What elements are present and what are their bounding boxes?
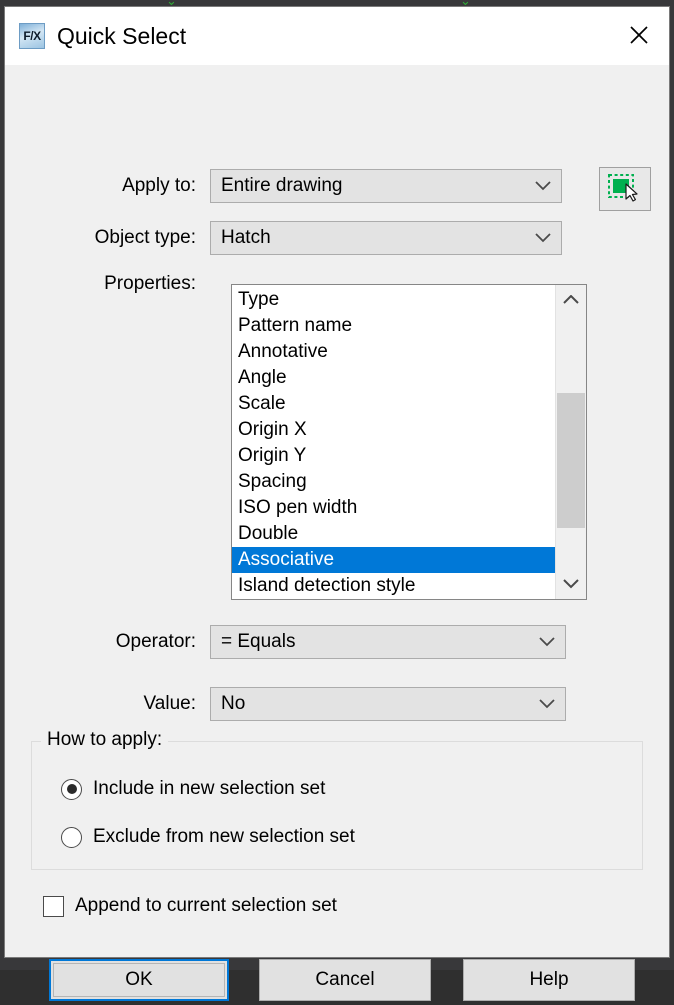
operator-row: Operator: = Equals bbox=[5, 625, 669, 659]
cancel-button-label: Cancel bbox=[315, 969, 375, 990]
chevron-down-icon bbox=[535, 222, 551, 254]
radio-button-icon bbox=[61, 778, 82, 800]
radio-button-icon bbox=[61, 826, 82, 848]
dialog-titlebar: F/X Quick Select bbox=[5, 7, 669, 65]
checkbox-icon bbox=[43, 895, 64, 917]
append-to-current-selection-set-checkbox[interactable]: Append to current selection set bbox=[43, 895, 337, 917]
property-list-item[interactable]: Angle bbox=[232, 365, 555, 391]
operator-value: = Equals bbox=[221, 631, 296, 652]
quick-select-dialog: F/X Quick Select Apply to: Entire drawin… bbox=[4, 6, 670, 1001]
cancel-button[interactable]: Cancel bbox=[259, 959, 431, 1001]
object-type-label: Object type: bbox=[94, 227, 196, 248]
operator-combobox[interactable]: = Equals bbox=[210, 625, 566, 659]
dialog-title: Quick Select bbox=[57, 22, 187, 49]
select-objects-button[interactable] bbox=[599, 167, 651, 211]
app-logo-icon: F/X bbox=[19, 23, 45, 49]
chevron-down-icon[interactable] bbox=[556, 569, 586, 599]
scrollbar-thumb[interactable] bbox=[557, 393, 585, 528]
object-type-value: Hatch bbox=[221, 227, 271, 248]
ok-button[interactable]: OK bbox=[49, 959, 229, 1001]
dialog-body: Apply to: Entire drawing Object type: Ha… bbox=[5, 65, 669, 1001]
radio-include-label: Include in new selection set bbox=[93, 778, 326, 799]
property-list-item[interactable]: Type bbox=[232, 287, 555, 313]
properties-list-items: Type Pattern name Annotative Angle Scale Orig… bbox=[232, 285, 555, 599]
close-icon[interactable] bbox=[609, 7, 669, 63]
value-combobox[interactable]: No bbox=[210, 687, 566, 721]
properties-label: Properties: bbox=[104, 273, 196, 294]
value-row: Value: No bbox=[5, 687, 669, 721]
properties-scrollbar[interactable] bbox=[555, 285, 586, 599]
apply-to-value: Entire drawing bbox=[221, 175, 343, 196]
property-list-item[interactable]: Spacing bbox=[232, 469, 555, 495]
apply-to-combobox[interactable]: Entire drawing bbox=[210, 169, 562, 203]
object-type-row: Object type: Hatch bbox=[5, 221, 669, 255]
chevron-down-icon bbox=[535, 170, 551, 202]
property-list-item[interactable]: Pattern name bbox=[232, 313, 555, 339]
dialog-button-bar: OK Cancel Help bbox=[5, 959, 669, 1005]
chevron-up-icon[interactable] bbox=[556, 285, 586, 315]
radio-exclude-from-new-selection-set[interactable]: Exclude from new selection set bbox=[61, 826, 355, 848]
value-label: Value: bbox=[143, 693, 196, 714]
help-button[interactable]: Help bbox=[463, 959, 635, 1001]
chevron-down-icon bbox=[539, 688, 555, 720]
how-to-apply-legend: How to apply: bbox=[41, 729, 169, 751]
apply-to-label: Apply to: bbox=[122, 175, 196, 196]
properties-listbox[interactable]: Type Pattern name Annotative Angle Scale Orig… bbox=[231, 284, 587, 600]
object-type-combobox[interactable]: Hatch bbox=[210, 221, 562, 255]
property-list-item[interactable]: Double bbox=[232, 521, 555, 547]
property-list-item[interactable]: ISO pen width bbox=[232, 495, 555, 521]
property-list-item[interactable]: Origin X bbox=[232, 417, 555, 443]
radio-exclude-label: Exclude from new selection set bbox=[93, 826, 355, 847]
property-list-item[interactable]: Associative bbox=[232, 547, 555, 573]
value-value: No bbox=[221, 693, 246, 714]
apply-to-row: Apply to: Entire drawing bbox=[5, 169, 669, 203]
property-list-item[interactable]: Origin Y bbox=[232, 443, 555, 469]
property-list-item[interactable]: Island detection style bbox=[232, 573, 555, 599]
property-list-item[interactable]: Annotative bbox=[232, 339, 555, 365]
append-label: Append to current selection set bbox=[75, 895, 337, 916]
chevron-down-icon bbox=[539, 626, 555, 658]
ok-button-label: OK bbox=[125, 969, 153, 990]
property-list-item[interactable]: Scale bbox=[232, 391, 555, 417]
radio-include-in-new-selection-set[interactable]: Include in new selection set bbox=[61, 778, 325, 800]
select-objects-icon bbox=[608, 174, 638, 202]
how-to-apply-groupbox bbox=[31, 741, 643, 870]
help-button-label: Help bbox=[529, 969, 569, 990]
operator-label: Operator: bbox=[115, 631, 196, 652]
